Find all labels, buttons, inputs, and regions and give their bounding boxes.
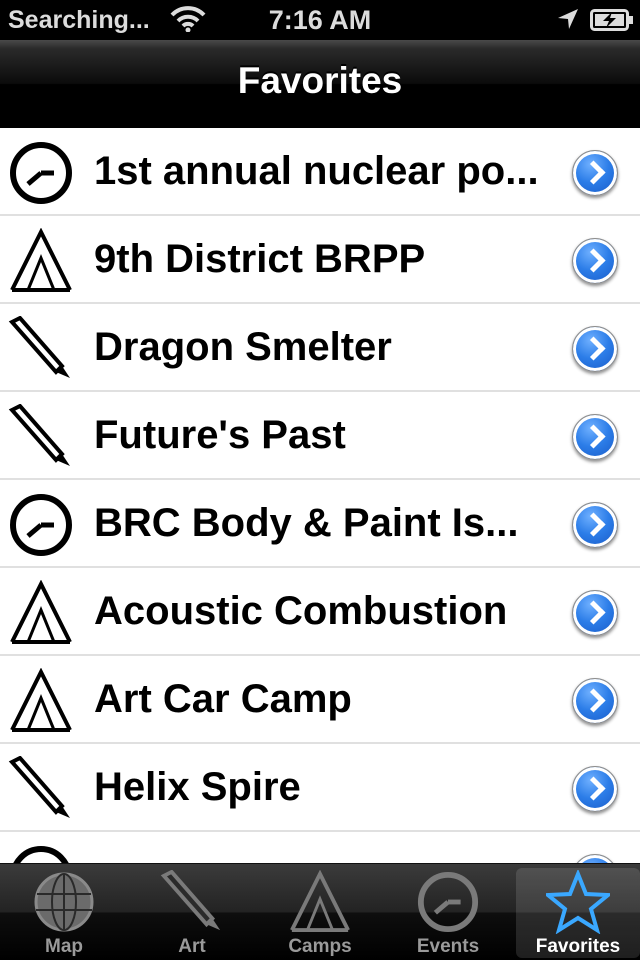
tab-camps[interactable]: Camps bbox=[258, 868, 382, 958]
tab-art[interactable]: Art bbox=[130, 868, 254, 958]
paintbrush-icon bbox=[8, 315, 74, 382]
favorite-label: BRC Body & Paint Is... bbox=[94, 501, 519, 545]
tab-map[interactable]: Map bbox=[2, 868, 126, 958]
favorite-row[interactable]: Acoustic Combustion bbox=[0, 568, 640, 656]
status-time: 7:16 AM bbox=[268, 5, 372, 35]
favorite-row[interactable]: BRC Body & Paint Is... bbox=[0, 480, 640, 568]
tab-label: Map bbox=[45, 936, 83, 957]
paintbrush-icon bbox=[8, 403, 74, 470]
clock-icon bbox=[8, 492, 74, 558]
favorite-label: Art Car Camp bbox=[94, 677, 352, 721]
tent-icon bbox=[8, 579, 74, 646]
tab-bar: Map Art Camps Events Favorites bbox=[0, 863, 640, 960]
favorite-row[interactable] bbox=[0, 832, 640, 863]
clock-icon bbox=[8, 844, 74, 863]
star-icon bbox=[542, 868, 614, 935]
favorite-row[interactable]: Art Car Camp bbox=[0, 656, 640, 744]
detail-disclosure-button[interactable] bbox=[572, 502, 618, 548]
favorite-label: Dragon Smelter bbox=[94, 325, 392, 369]
tab-label: Favorites bbox=[535, 936, 621, 957]
favorite-row[interactable]: 9th District BRPP bbox=[0, 216, 640, 304]
location-arrow-icon bbox=[557, 8, 579, 35]
clock-icon bbox=[8, 140, 74, 206]
detail-disclosure-button[interactable] bbox=[572, 678, 618, 724]
favorite-label: Future's Past bbox=[94, 413, 346, 457]
detail-disclosure-button[interactable] bbox=[572, 238, 618, 284]
tent-icon bbox=[8, 227, 74, 294]
detail-disclosure-button[interactable] bbox=[572, 590, 618, 636]
status-bar: Searching... 7:16 AM bbox=[0, 0, 640, 40]
favorites-list[interactable]: 1st annual nuclear po... 9th District BR… bbox=[0, 128, 640, 863]
paintbrush-icon bbox=[8, 755, 74, 822]
favorite-label: 9th District BRPP bbox=[94, 237, 426, 281]
favorite-row[interactable]: 1st annual nuclear po... bbox=[0, 128, 640, 216]
favorite-label: Helix Spire bbox=[94, 765, 301, 809]
tab-events[interactable]: Events bbox=[386, 868, 510, 958]
detail-disclosure-button[interactable] bbox=[572, 150, 618, 196]
tab-favorites[interactable]: Favorites bbox=[516, 868, 640, 958]
tab-label: Camps bbox=[288, 936, 352, 957]
clock-icon bbox=[416, 870, 480, 934]
detail-disclosure-button[interactable] bbox=[572, 854, 618, 863]
tab-label: Events bbox=[416, 936, 480, 957]
favorite-label: Acoustic Combustion bbox=[94, 589, 508, 633]
favorite-row[interactable]: Helix Spire bbox=[0, 744, 640, 832]
battery-icon bbox=[590, 9, 634, 36]
detail-disclosure-button[interactable] bbox=[572, 326, 618, 372]
detail-disclosure-button[interactable] bbox=[572, 414, 618, 460]
navigation-bar: Favorites bbox=[0, 40, 640, 128]
tent-icon bbox=[288, 869, 352, 934]
tent-icon bbox=[8, 667, 74, 734]
paintbrush-icon bbox=[160, 869, 224, 934]
globe-icon bbox=[32, 870, 96, 934]
favorite-label: 1st annual nuclear po... bbox=[94, 149, 539, 193]
favorite-row[interactable]: Future's Past bbox=[0, 392, 640, 480]
tab-label: Art bbox=[178, 936, 206, 957]
page-title: Favorites bbox=[237, 60, 403, 101]
favorite-row[interactable]: Dragon Smelter bbox=[0, 304, 640, 392]
detail-disclosure-button[interactable] bbox=[572, 766, 618, 812]
